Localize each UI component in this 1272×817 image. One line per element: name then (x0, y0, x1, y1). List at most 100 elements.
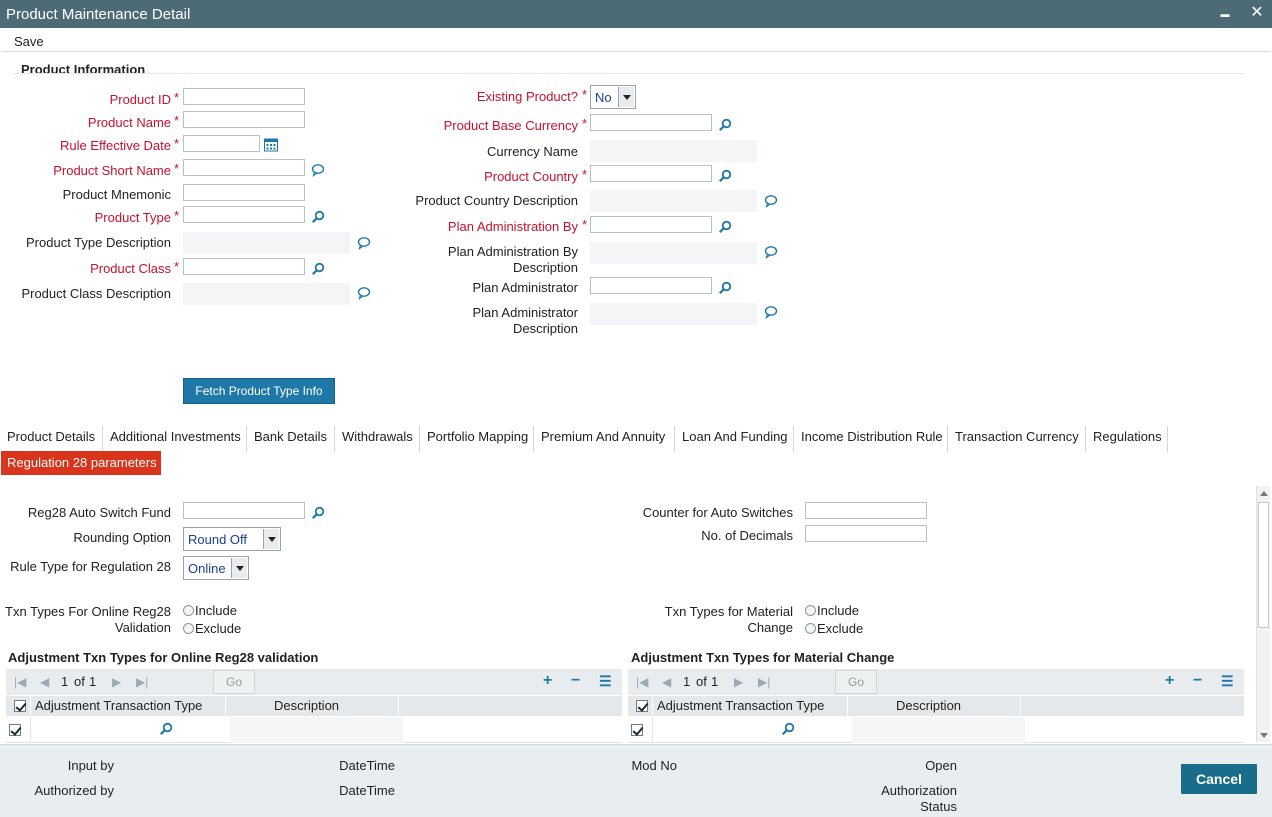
scroll-up-icon[interactable] (1260, 491, 1268, 496)
next-page-icon[interactable]: ▶ (112, 675, 121, 689)
reg28-auto-switch-fund-label: Reg28 Auto Switch Fund (27, 505, 171, 520)
radio-icon (183, 623, 194, 634)
product-id-input[interactable] (183, 88, 305, 105)
existing-product-value: No (595, 90, 612, 105)
add-row-icon[interactable]: + (1165, 672, 1174, 690)
required-star: * (174, 161, 180, 176)
rounding-option-select[interactable]: Round Off (183, 527, 281, 551)
current-page: 1 (61, 674, 69, 689)
first-page-icon[interactable]: |◀ (14, 675, 26, 689)
plan-administration-by-input[interactable] (590, 216, 712, 233)
tab-loan-and-funding[interactable]: Loan And Funding (678, 426, 794, 452)
comment-icon[interactable] (357, 236, 371, 250)
save-menu-item[interactable]: Save (14, 34, 44, 49)
tab-bank-details[interactable]: Bank Details (250, 426, 335, 452)
column-header-description[interactable]: Description (896, 698, 961, 713)
rule-type-select[interactable]: Online (183, 556, 249, 580)
prev-page-icon[interactable]: ◀ (662, 675, 671, 689)
column-header-adjustment-transaction-type[interactable]: Adjustment Transaction Type (35, 698, 202, 713)
remove-row-icon[interactable]: − (571, 672, 580, 690)
scrollbar-thumb[interactable] (1258, 502, 1269, 628)
plan-administrator-input[interactable] (590, 277, 712, 294)
tab-additional-investments[interactable]: Additional Investments (106, 426, 247, 452)
last-page-icon[interactable]: ▶| (758, 675, 770, 689)
search-icon[interactable] (311, 506, 325, 520)
list-view-icon[interactable]: ☰ (1221, 673, 1234, 690)
last-page-icon[interactable]: ▶| (136, 675, 148, 689)
product-name-input[interactable] (183, 111, 305, 128)
list-view-icon[interactable]: ☰ (599, 673, 612, 690)
rule-effective-date-input[interactable] (183, 135, 260, 152)
radio-icon (805, 623, 816, 634)
search-icon[interactable] (311, 262, 325, 276)
subtab-regulation-28-parameters[interactable]: Regulation 28 parameters (1, 451, 161, 475)
product-class-label: Product Class (90, 261, 171, 276)
add-row-icon[interactable]: + (543, 672, 552, 690)
search-icon[interactable] (718, 169, 732, 183)
close-window-button[interactable]: ✕ (1247, 3, 1267, 23)
label-line: Plan Administrator (472, 305, 579, 320)
comment-icon[interactable] (311, 163, 325, 177)
column-divider (225, 696, 226, 716)
search-icon[interactable] (159, 722, 173, 736)
prev-page-icon[interactable]: ◀ (40, 675, 49, 689)
column-header-description[interactable]: Description (274, 698, 339, 713)
counter-auto-switches-input[interactable] (805, 502, 927, 519)
radio-label: Include (195, 603, 237, 618)
material-include-radio[interactable]: Include (805, 603, 859, 619)
comment-icon[interactable] (357, 286, 371, 300)
existing-product-select[interactable]: No (590, 85, 636, 109)
comment-icon[interactable] (764, 305, 778, 319)
scroll-down-icon[interactable] (1260, 733, 1268, 738)
tab-withdrawals[interactable]: Withdrawals (338, 426, 420, 452)
radio-label: Exclude (817, 621, 864, 636)
row-checkbox[interactable] (9, 724, 21, 736)
search-icon[interactable] (718, 281, 732, 295)
tab-income-distribution-rule[interactable]: Income Distribution Rule (797, 426, 948, 452)
product-type-input[interactable] (183, 206, 305, 223)
row-checkbox[interactable] (631, 724, 643, 736)
table-row (628, 717, 1244, 743)
label-line: Txn Types For Online Reg28 (5, 604, 171, 619)
select-all-checkbox[interactable] (14, 700, 26, 712)
product-mnemonic-input[interactable] (183, 184, 305, 201)
tab-regulations[interactable]: Regulations (1089, 426, 1168, 452)
no-of-decimals-input[interactable] (805, 525, 927, 542)
search-icon[interactable] (718, 220, 732, 234)
remove-row-icon[interactable]: − (1193, 672, 1202, 690)
select-all-checkbox[interactable] (636, 700, 648, 712)
radio-icon (183, 605, 194, 616)
cancel-button[interactable]: Cancel (1181, 764, 1257, 794)
online-include-radio[interactable]: Include (183, 603, 237, 619)
comment-icon[interactable] (764, 245, 778, 259)
vertical-scrollbar[interactable] (1256, 486, 1270, 742)
material-exclude-radio[interactable]: Exclude (805, 621, 863, 637)
product-country-input[interactable] (590, 165, 712, 182)
close-icon: ✕ (1250, 4, 1264, 21)
first-page-icon[interactable]: |◀ (636, 675, 648, 689)
txn-types-online-reg28-label: Txn Types For Online Reg28 Validation (4, 604, 171, 636)
tab-premium-and-annuity[interactable]: Premium And Annuity (537, 426, 675, 452)
search-icon[interactable] (311, 210, 325, 224)
next-page-icon[interactable]: ▶ (734, 675, 743, 689)
go-button[interactable]: Go (835, 670, 877, 694)
product-short-name-input[interactable] (183, 159, 305, 176)
product-base-currency-label: Product Base Currency (443, 118, 578, 133)
online-exclude-radio[interactable]: Exclude (183, 621, 241, 637)
reg28-auto-switch-fund-input[interactable] (183, 502, 305, 519)
tab-product-details[interactable]: Product Details (3, 426, 103, 452)
comment-icon[interactable] (764, 194, 778, 208)
calendar-icon[interactable] (264, 138, 278, 152)
minimize-button[interactable]: ▬ (1215, 3, 1235, 23)
description-cell (230, 717, 403, 743)
label-line: Authorization (881, 783, 957, 798)
product-class-input[interactable] (183, 258, 305, 275)
product-base-currency-input[interactable] (590, 114, 712, 131)
search-icon[interactable] (718, 118, 732, 132)
tab-transaction-currency[interactable]: Transaction Currency (951, 426, 1086, 452)
tab-portfolio-mapping[interactable]: Portfolio Mapping (423, 426, 534, 452)
column-header-adjustment-transaction-type[interactable]: Adjustment Transaction Type (657, 698, 824, 713)
search-icon[interactable] (781, 722, 795, 736)
go-button[interactable]: Go (213, 670, 255, 694)
fetch-product-type-info-button[interactable]: Fetch Product Type Info (183, 378, 335, 404)
